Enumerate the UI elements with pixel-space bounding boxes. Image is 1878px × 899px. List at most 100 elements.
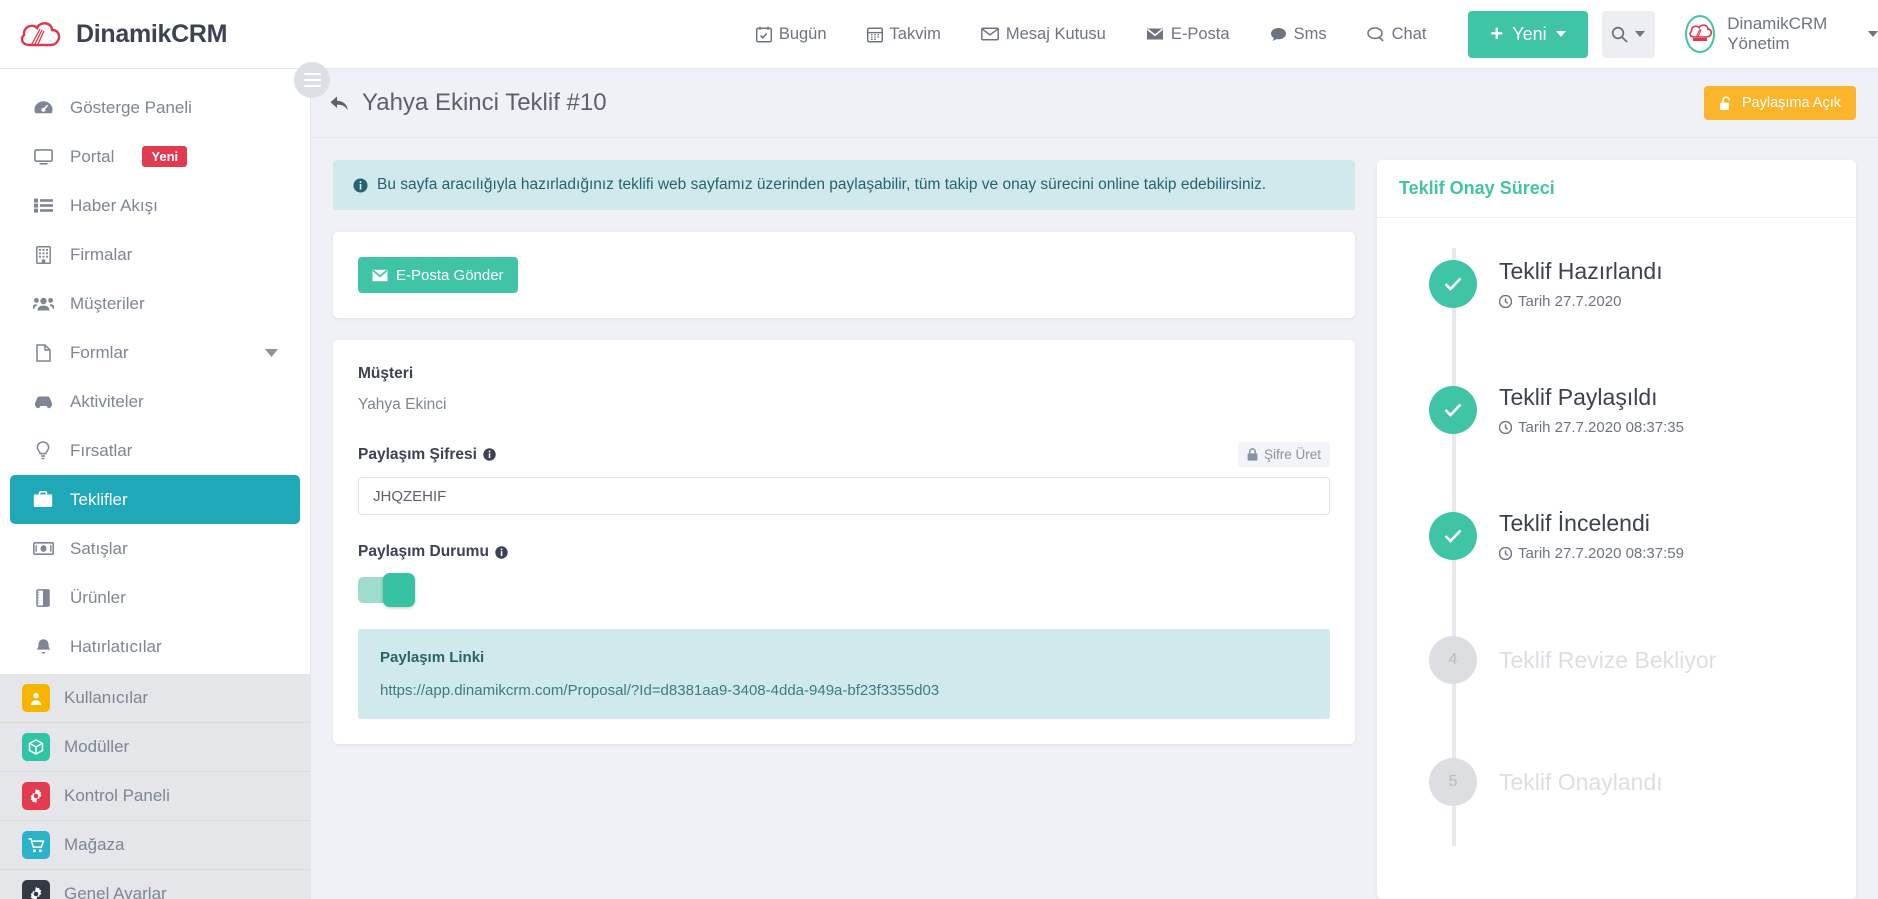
share-password-input[interactable] <box>358 477 1330 515</box>
brand-name: DinamikCRM <box>76 19 228 48</box>
timeline-step-content: Teklif Paylaşıldı Tarih 27.7.2020 08:37:… <box>1499 384 1684 436</box>
user-menu[interactable]: DinamikCRM Yönetim <box>1684 14 1878 54</box>
info-icon[interactable] <box>495 545 508 559</box>
timeline-step-date: Tarih 27.7.2020 08:37:35 <box>1499 419 1684 436</box>
chevron-down-icon <box>1555 31 1566 37</box>
bulb-icon <box>32 441 54 460</box>
generate-password-button[interactable]: Şifre Üret <box>1237 442 1330 467</box>
new-button[interactable]: + Yeni <box>1468 10 1588 58</box>
sidebar-item-label: Haber Akışı <box>70 195 158 215</box>
sidebar-item-kullanicilar[interactable]: Kullanıcılar <box>0 674 310 723</box>
sidebar-item-label: Fırsatlar <box>70 440 133 460</box>
approval-timeline: Teklif Hazırlandı Tarih 27.7.2020 Teklif… <box>1377 218 1856 846</box>
dashboard-icon <box>32 100 54 115</box>
sidebar-item-hatirlaticilar[interactable]: Hatırlatıcılar <box>10 622 300 671</box>
sidebar-item-aktiviteler[interactable]: Aktiviteler <box>10 377 300 426</box>
sidebar-item-musteriler[interactable]: Müşteriler <box>10 279 300 328</box>
sidebar-item-kontrol-paneli[interactable]: Kontrol Paneli <box>0 772 310 821</box>
timeline-step: 4 Teklif Revize Bekliyor <box>1399 636 1834 684</box>
sidebar-item-urunler[interactable]: Ürünler <box>10 573 300 622</box>
list-icon <box>32 198 54 213</box>
chat-icon <box>1366 26 1385 42</box>
sidebar-item-label: Satışlar <box>70 538 128 558</box>
timeline-step: Teklif Hazırlandı Tarih 27.7.2020 <box>1399 258 1834 310</box>
topnav-item-bugun[interactable]: Bugün <box>736 25 847 44</box>
page-header: Yahya Ekinci Teklif #10 Paylaşıma Açık <box>311 69 1878 138</box>
share-status-label: Paylaşım Durumu <box>358 543 508 561</box>
bell-icon <box>32 638 54 656</box>
sidebar-item-gosterge-paneli[interactable]: Gösterge Paneli <box>10 83 300 132</box>
sidebar-item-formlar[interactable]: Formlar <box>10 328 300 377</box>
top-navigation-bar: DinamikCRM Bugün Takvim Mesaj Kutusu E-P… <box>0 0 1878 69</box>
send-email-label: E-Posta Gönder <box>396 266 504 284</box>
share-status-label-text: Paylaşım Durumu <box>358 543 489 560</box>
share-status-toggle[interactable] <box>358 573 415 607</box>
sidebar-item-label: Teklifler <box>70 489 128 509</box>
share-status-label-row: Paylaşım Durumu <box>358 543 1330 561</box>
share-link-url[interactable]: https://app.dinamikcrm.com/Proposal/?Id=… <box>380 682 1308 699</box>
sidebar-item-label: Aktiviteler <box>70 391 144 411</box>
topnav-label: Takvim <box>889 24 941 43</box>
new-button-label: Yeni <box>1512 23 1547 44</box>
sidebar-item-portal[interactable]: Portal Yeni <box>10 132 300 181</box>
sidebar-item-satislar[interactable]: Satışlar <box>10 524 300 573</box>
clock-icon <box>1499 421 1512 434</box>
page-title-text: Yahya Ekinci Teklif #10 <box>362 89 607 116</box>
timeline-step-content: Teklif Hazırlandı Tarih 27.7.2020 <box>1499 258 1663 310</box>
info-alert-text: Bu sayfa aracılığıyla hazırladığınız tek… <box>377 176 1267 193</box>
actions-card-body: E-Posta Gönder <box>333 232 1355 318</box>
info-icon[interactable] <box>483 448 496 461</box>
calendar-check-icon <box>755 26 772 43</box>
hamburger-bar <box>303 84 321 88</box>
topnav-item-takvim[interactable]: Takvim <box>847 25 961 44</box>
timeline-step-content: Teklif Revize Bekliyor <box>1499 647 1716 674</box>
sidebar-item-genel-ayarlar[interactable]: Genel Ayarlar <box>0 870 310 899</box>
sidebar-item-teklifler[interactable]: Teklifler <box>10 475 300 524</box>
sidebar-item-label: Kontrol Paneli <box>64 786 170 805</box>
topnav-item-sms[interactable]: Sms <box>1250 25 1347 44</box>
sidebar-item-magaza[interactable]: Mağaza <box>0 821 310 870</box>
clock-icon <box>1499 295 1512 308</box>
timeline-step-date-text: Tarih 27.7.2020 <box>1518 293 1622 310</box>
share-status-button[interactable]: Paylaşıma Açık <box>1703 86 1856 120</box>
info-alert: Bu sayfa aracılığıyla hazırladığınız tek… <box>333 160 1355 210</box>
page-title: Yahya Ekinci Teklif #10 <box>329 89 607 117</box>
topnav-item-mesaj-kutusu[interactable]: Mesaj Kutusu <box>961 25 1126 44</box>
envelope-open-icon <box>980 27 999 41</box>
sidebar-item-label: Formlar <box>70 342 129 362</box>
sidebar-item-haber-akisi[interactable]: Haber Akışı <box>10 181 300 230</box>
brand-logo-area[interactable]: DinamikCRM <box>18 17 246 51</box>
hamburger-bar <box>303 78 321 82</box>
topnav-item-chat[interactable]: Chat <box>1347 25 1447 44</box>
share-settings-card: Müşteri Yahya Ekinci Paylaşım Şifresi Şi… <box>333 340 1355 744</box>
topnav-label: Chat <box>1391 24 1427 43</box>
sidebar-item-label: Genel Ayarlar <box>64 884 167 899</box>
timeline-step-status-pending: 4 <box>1429 636 1477 684</box>
sidebar-badge-yeni: Yeni <box>142 146 188 167</box>
file-icon <box>32 343 54 362</box>
sidebar-item-firmalar[interactable]: Firmalar <box>10 230 300 279</box>
back-arrow-icon[interactable] <box>329 94 351 113</box>
timeline-step-title: Teklif Hazırlandı <box>1499 258 1663 284</box>
box-icon <box>32 588 54 607</box>
plus-icon: + <box>1490 21 1504 46</box>
search-button[interactable] <box>1601 10 1655 58</box>
topnav-item-eposta[interactable]: E-Posta <box>1126 25 1250 44</box>
sidebar-item-label: Müşteriler <box>70 293 145 313</box>
hamburger-bar <box>303 72 321 76</box>
sidebar-item-label: Modüller <box>64 737 130 756</box>
sidebar-toggle-button[interactable] <box>294 62 330 98</box>
timeline-step-content: Teklif İncelendi Tarih 27.7.2020 08:37:5… <box>1499 510 1684 562</box>
send-email-button[interactable]: E-Posta Gönder <box>358 257 518 293</box>
timeline-step-title: Teklif İncelendi <box>1499 510 1650 536</box>
sidebar-item-moduller[interactable]: Modüller <box>0 723 310 772</box>
share-link-box: Paylaşım Linki https://app.dinamikcrm.co… <box>358 629 1330 719</box>
car-icon <box>32 395 54 409</box>
topnav-label: Bugün <box>778 24 827 43</box>
sidebar-item-firsatlar[interactable]: Fırsatlar <box>10 426 300 475</box>
lock-icon <box>1247 448 1258 461</box>
briefcase-icon <box>32 491 54 508</box>
topnav-label: Sms <box>1293 24 1327 43</box>
timeline-step: Teklif Paylaşıldı Tarih 27.7.2020 08:37:… <box>1399 384 1834 436</box>
cart-icon <box>22 831 50 859</box>
